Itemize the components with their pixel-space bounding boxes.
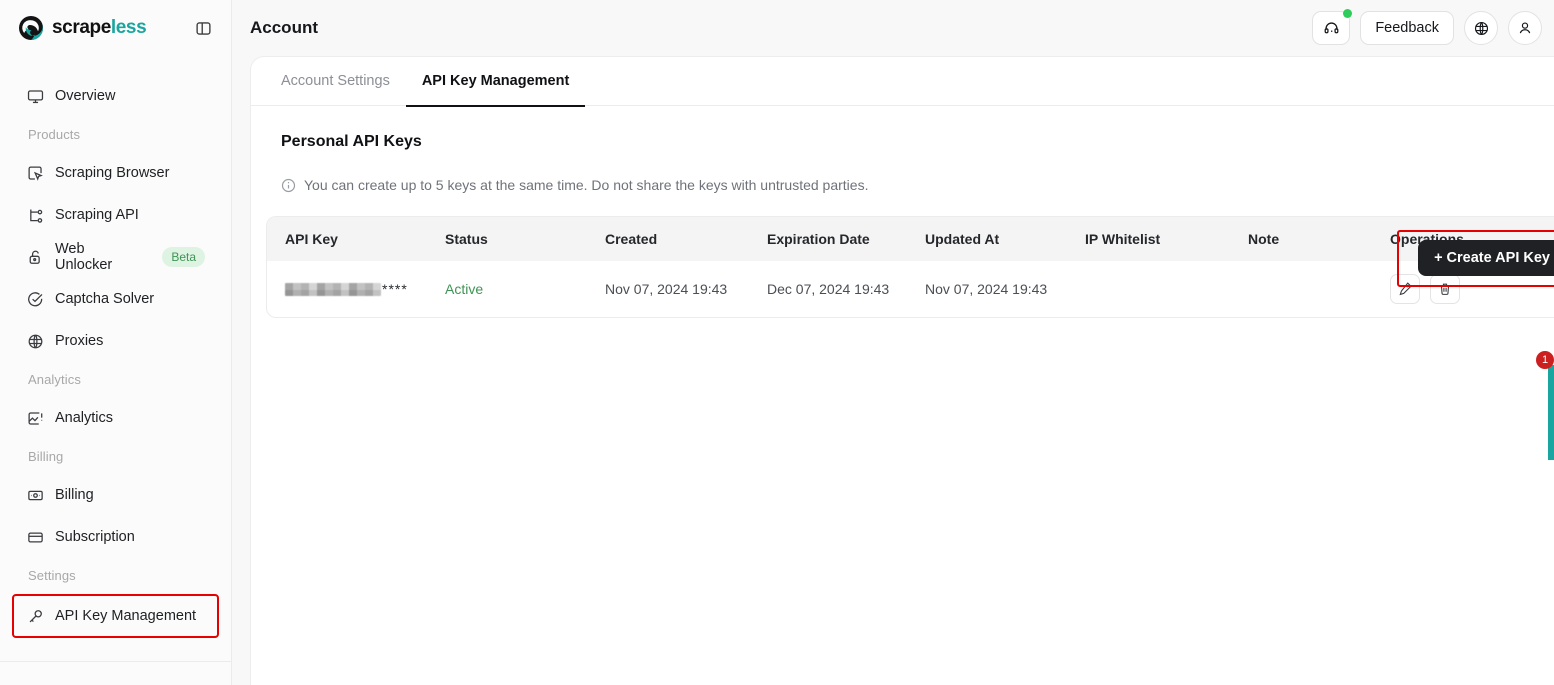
cell-api-key: **** — [267, 261, 427, 317]
cell-updated-at: Nov 07, 2024 19:43 — [925, 281, 1048, 297]
sidebar-item-label: API Key Management — [55, 608, 197, 624]
create-api-key-wrap: + Create API Key — [1397, 230, 1554, 287]
key-icon — [26, 607, 44, 625]
cell-ip-whitelist — [1067, 261, 1230, 317]
globe-network-icon — [26, 332, 44, 350]
column-header-api-key: API Key — [267, 217, 427, 261]
api-key-suffix: **** — [382, 281, 408, 297]
cursor-box-icon — [26, 164, 44, 182]
tab-account-settings[interactable]: Account Settings — [265, 57, 406, 106]
user-avatar-icon[interactable] — [1508, 11, 1542, 45]
info-circle-icon — [281, 178, 296, 193]
sidebar-item-captcha-solver[interactable]: Captcha Solver — [14, 279, 217, 319]
cell-status: Active — [445, 281, 484, 297]
column-header-expiration-date: Expiration Date — [749, 217, 907, 261]
status-badge-beta: Beta — [162, 247, 205, 267]
section-title: Personal API Keys — [281, 133, 422, 150]
column-header-status: Status — [427, 217, 587, 261]
sidebar-section-analytics: Analytics — [28, 372, 81, 387]
topbar-actions: Feedback — [1312, 9, 1542, 45]
chart-image-icon — [26, 409, 44, 427]
sidebar-item-api-key-management[interactable]: API Key Management — [12, 594, 219, 638]
headset-icon — [1324, 22, 1339, 33]
column-header-note: Note — [1230, 217, 1372, 261]
table-row: **** Active Nov 07, 2024 19:43 Dec 07, 2… — [267, 261, 1554, 317]
sidebar-item-label: Subscription — [55, 529, 135, 545]
monitor-icon — [26, 87, 44, 105]
feedback-button[interactable]: Feedback — [1360, 11, 1454, 45]
scrapeless-spiral-logo — [18, 15, 44, 41]
status-dot-online — [1343, 9, 1353, 18]
sidebar-item-scraping-api[interactable]: Scraping API — [14, 195, 217, 235]
sidebar-item-label: Scraping Browser — [55, 165, 170, 181]
unlock-icon — [26, 248, 44, 266]
sidebar-item-billing[interactable]: Billing — [14, 475, 217, 515]
sidebar: scrapeless Overview Products Scraping Br… — [0, 0, 232, 685]
info-row: You can create up to 5 keys at the same … — [251, 151, 1554, 193]
cell-expiration-date: Dec 07, 2024 19:43 — [767, 281, 890, 297]
tab-api-key-management[interactable]: API Key Management — [405, 57, 586, 107]
sidebar-item-analytics[interactable]: Analytics — [14, 398, 217, 438]
sidebar-item-scraping-browser[interactable]: Scraping Browser — [14, 153, 217, 193]
support-button[interactable] — [1312, 9, 1353, 45]
sidebar-section-settings: Settings — [28, 568, 76, 583]
column-header-ip-whitelist: IP Whitelist — [1067, 217, 1230, 261]
page-title: Account — [250, 18, 318, 37]
cell-note — [1230, 261, 1372, 317]
app-root: scrapeless Overview Products Scraping Br… — [0, 0, 1554, 685]
create-api-key-highlight: + Create API Key — [1397, 230, 1554, 287]
feedback-edge-badge[interactable]: 1 — [1536, 351, 1554, 369]
info-text: You can create up to 5 keys at the same … — [304, 177, 869, 193]
brand-name-teal: less — [110, 17, 147, 38]
sidebar-item-overview[interactable]: Overview — [14, 76, 217, 116]
banknote-icon — [26, 486, 44, 504]
cell-created: Nov 07, 2024 19:43 — [605, 281, 728, 297]
brand-name-dark: scrape — [52, 17, 111, 38]
sidebar-item-subscription[interactable]: Subscription — [14, 517, 217, 557]
sidebar-nav: Overview Products Scraping Browser Scrap… — [0, 56, 231, 661]
sidebar-item-label: Proxies — [55, 333, 104, 349]
column-header-updated-at: Updated At — [907, 217, 1067, 261]
column-header-created: Created — [587, 217, 749, 261]
content-card: Account Settings API Key Management Pers… — [250, 56, 1554, 685]
panel-collapse-icon[interactable] — [191, 16, 215, 40]
feedback-edge-tab[interactable] — [1548, 365, 1554, 460]
brand-wordmark: scrapeless — [52, 17, 147, 39]
sitemap-icon — [26, 206, 44, 224]
topbar: Account Feedback — [232, 0, 1554, 56]
sidebar-section-billing: Billing — [28, 449, 64, 464]
check-circle-icon — [26, 290, 44, 308]
api-keys-table: API Key Status Created Expiration Date U… — [266, 216, 1554, 318]
sidebar-item-label: Analytics — [55, 410, 114, 426]
create-api-key-button[interactable]: + Create API Key — [1418, 240, 1554, 276]
sidebar-section-products: Products — [28, 127, 81, 142]
sidebar-item-web-unlocker[interactable]: Web Unlocker Beta — [14, 237, 217, 277]
sidebar-item-proxies[interactable]: Proxies — [14, 321, 217, 361]
main-area: Account Feedback Account Settings API Ke… — [232, 0, 1554, 685]
sidebar-item-label: Web Unlocker — [55, 241, 113, 273]
sidebar-item-label: Scraping API — [55, 207, 139, 223]
sidebar-item-label: Billing — [55, 487, 94, 503]
card-icon — [26, 528, 44, 546]
table-header-row: API Key Status Created Expiration Date U… — [267, 217, 1554, 261]
globe-icon — [1474, 21, 1488, 35]
tab-bar: Account Settings API Key Management — [251, 57, 1554, 107]
sidebar-item-label: Captcha Solver — [55, 291, 155, 307]
sidebar-item-label: Overview — [55, 88, 116, 104]
sidebar-footer — [0, 661, 231, 685]
api-key-redacted — [285, 282, 381, 296]
language-button[interactable] — [1464, 11, 1498, 45]
brand-row: scrapeless — [0, 0, 231, 56]
